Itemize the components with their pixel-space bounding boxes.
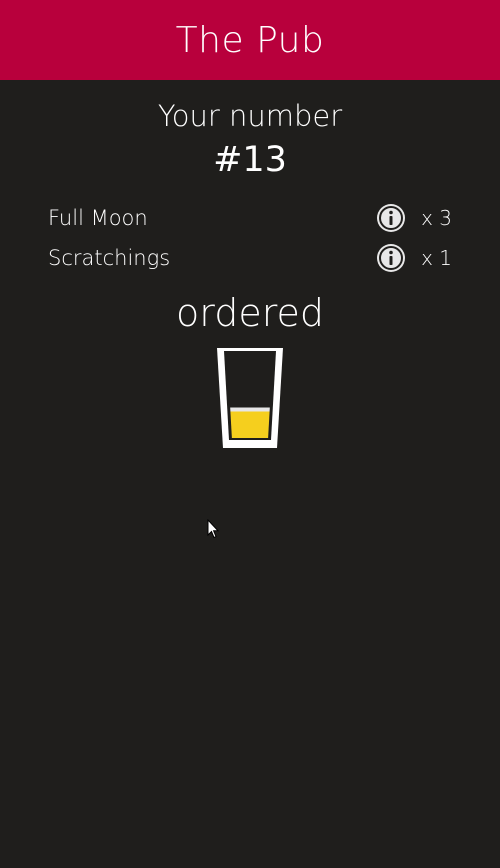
item-quantity: x 3	[421, 206, 452, 230]
order-items-list: Full Moon x 3 Scratchings x 1	[0, 198, 500, 278]
beer-glass-icon	[217, 348, 283, 448]
app-root: The Pub Your number #13 Full Moon x 3 Sc…	[0, 0, 500, 868]
mouse-cursor-icon	[207, 519, 219, 539]
info-icon[interactable]	[375, 202, 407, 234]
item-quantity: x 1	[421, 246, 452, 270]
info-icon[interactable]	[375, 242, 407, 274]
beer-foam	[230, 407, 270, 412]
info-icon-graphic	[377, 244, 406, 272]
list-item: Full Moon x 3	[48, 198, 452, 238]
beer-fill	[230, 411, 270, 438]
order-panel: Your number #13 Full Moon x 3 Scratching…	[0, 80, 500, 450]
item-controls: x 1	[375, 242, 452, 274]
list-item: Scratchings x 1	[48, 238, 452, 278]
order-status: ordered	[176, 291, 324, 335]
your-number-label: Your number	[157, 99, 343, 133]
header-bar: The Pub	[0, 0, 500, 80]
order-number: #13	[213, 140, 287, 180]
app-title: The Pub	[175, 19, 325, 61]
item-controls: x 3	[375, 202, 452, 234]
item-name: Full Moon	[48, 206, 148, 230]
item-name: Scratchings	[48, 246, 171, 270]
info-icon-graphic	[377, 204, 406, 232]
glass-container	[0, 346, 500, 450]
